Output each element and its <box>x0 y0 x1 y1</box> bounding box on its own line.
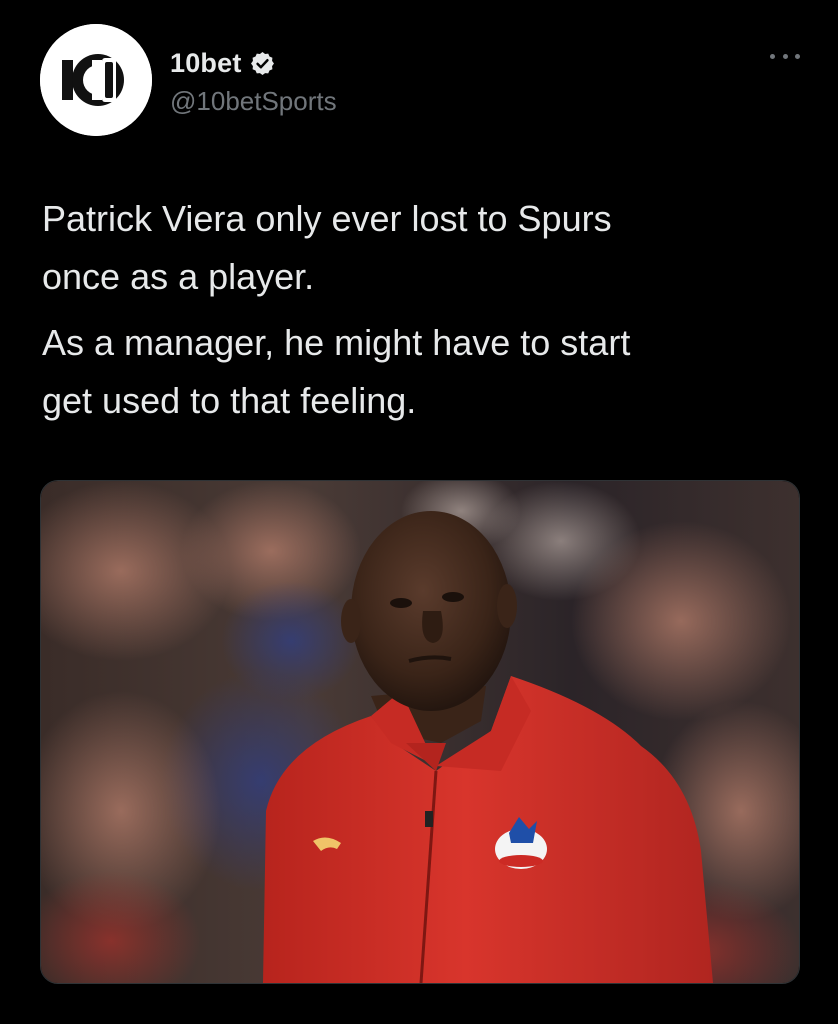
display-name-row: 10bet <box>170 46 337 80</box>
tweet-text: Patrick Viera only ever lost to Spurs on… <box>42 190 802 438</box>
account-names: 10bet @10betSports <box>170 46 337 117</box>
brand-logo-icon <box>40 24 152 136</box>
tweet: 10bet @10betSports Patrick Viera only ev… <box>0 0 838 1024</box>
tweet-paragraph: As a manager, he might have to start get… <box>42 322 631 421</box>
photo-man-in-red-jacket <box>41 481 799 983</box>
dot <box>770 53 775 59</box>
avatar[interactable] <box>40 24 152 136</box>
display-name[interactable]: 10bet <box>170 48 242 79</box>
dot <box>795 53 800 59</box>
tweet-paragraph: Patrick Viera only ever lost to Spurs on… <box>42 198 612 297</box>
dot <box>782 53 788 59</box>
account-handle[interactable]: @10betSports <box>170 86 337 117</box>
tweet-header: 10bet @10betSports <box>40 24 800 136</box>
more-options-icon[interactable] <box>770 50 800 62</box>
tweet-photo[interactable] <box>40 480 800 984</box>
verified-badge-icon <box>250 51 274 75</box>
